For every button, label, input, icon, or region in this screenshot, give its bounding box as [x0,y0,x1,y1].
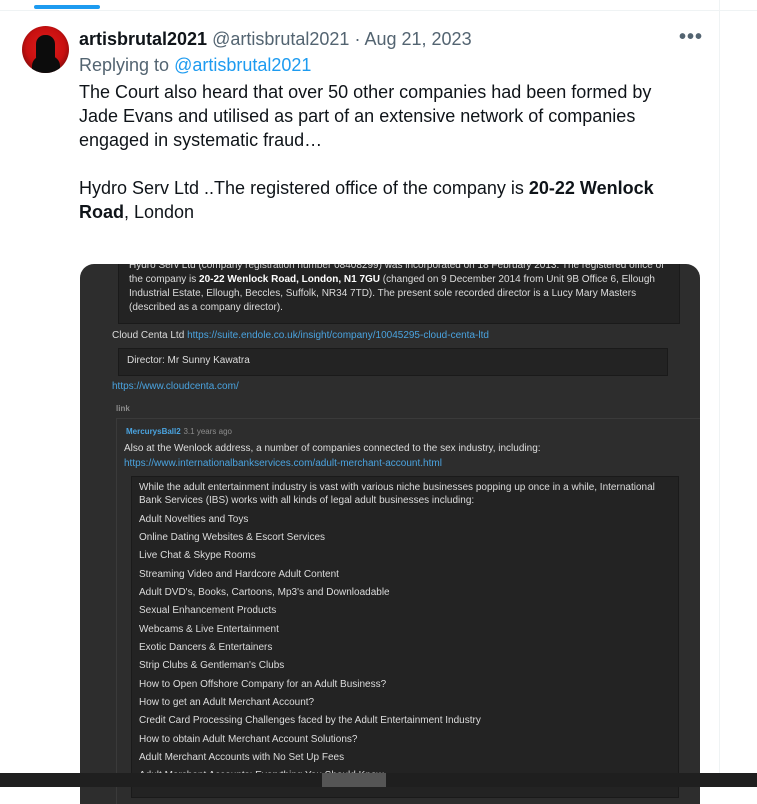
replying-to: Replying to @artisbrutal2021 [79,54,311,76]
list-item: Adult Novelties and Toys [139,514,249,525]
list-item: Strip Clubs & Gentleman's Clubs [139,660,285,671]
active-tab-indicator [34,5,100,9]
tweet-paragraph-2: Hydro Serv Ltd ..The registered office o… [79,176,689,224]
list-item: Sexual Enhancement Products [139,605,277,616]
list-item: Streaming Video and Hardcore Adult Conte… [139,569,339,580]
replying-prefix: Replying to [79,55,170,75]
cloud-centa-link: https://suite.endole.co.uk/insight/compa… [187,330,489,341]
avatar[interactable] [22,26,69,73]
cloud-centa-line: Cloud Centa Ltd https://suite.endole.co.… [112,330,489,341]
list-item: Online Dating Websites & Escort Services [139,532,326,543]
list-item: Exotic Dancers & Entertainers [139,642,273,653]
quote-box-director: Director: Mr Sunny Kawatra [118,348,668,376]
top-divider [0,0,757,11]
comment-meta: MercurysBall2 3.1 years ago [126,426,232,437]
comment-thread-line [116,418,117,804]
tweet-image[interactable]: Hydro Serv Ltd (company registration num… [80,264,700,804]
hydro-serv-text: Hydro Serv Ltd (company registration num… [129,264,673,315]
horizontal-scrollbar[interactable] [0,773,757,787]
comment-username: MercurysBall2 [126,427,181,436]
display-name[interactable]: artisbrutal2021 [79,29,207,49]
separator-dot: · [354,29,361,49]
list-item: Credit Card Processing Challenges faced … [139,715,481,726]
tweet-header: artisbrutal2021 @artisbrutal2021 · Aug 2… [79,28,472,50]
list-item: Adult DVD's, Books, Cartoons, Mp3's and … [139,587,390,598]
tweet-text-prefix: Hydro Serv Ltd ..The registered office o… [79,178,529,198]
tweet-date[interactable]: Aug 21, 2023 [364,29,471,49]
list-item: Live Chat & Skype Rooms [139,550,256,561]
list-item: How to obtain Adult Merchant Account Sol… [139,734,358,745]
more-options-icon[interactable]: ••• [679,26,703,49]
quote-intro: While the adult entertainment industry i… [139,482,655,506]
tweet-text: The Court also heard that over 50 other … [79,80,689,224]
director-text: Director: Mr Sunny Kawatra [127,355,250,366]
user-handle[interactable]: @artisbrutal2021 [212,29,349,49]
replying-handle-link[interactable]: @artisbrutal2021 [174,55,311,75]
column-divider [719,0,720,787]
list-item: How to get an Adult Merchant Account? [139,697,315,708]
comment-age: 3.1 years ago [183,427,232,436]
cloud-centa-label: Cloud Centa Ltd [112,330,188,341]
quote-box-hydro-serv: Hydro Serv Ltd (company registration num… [118,264,680,324]
avatar-figure-body [32,56,60,73]
list-item: Adult Merchant Accounts with No Set Up F… [139,752,345,763]
list-item: Webcams & Live Entertainment [139,624,279,635]
hydro-serv-address: 20-22 Wenlock Road, London, N1 7GU [199,274,381,285]
comment-link: https://www.internationalbankservices.co… [124,458,442,469]
tweet-text-suffix: , London [124,202,195,222]
cloud-centa-site-link: https://www.cloudcenta.com/ [112,381,239,392]
comment-text: Also at the Wenlock address, a number of… [124,443,541,454]
comment-divider [116,418,700,419]
tweet-paragraph-1: The Court also heard that over 50 other … [79,82,652,150]
link-label: link [116,404,130,413]
scrollbar-thumb[interactable] [322,773,386,787]
list-item: How to Open Offshore Company for an Adul… [139,679,387,690]
quote-box-list: While the adult entertainment industry i… [131,476,679,798]
